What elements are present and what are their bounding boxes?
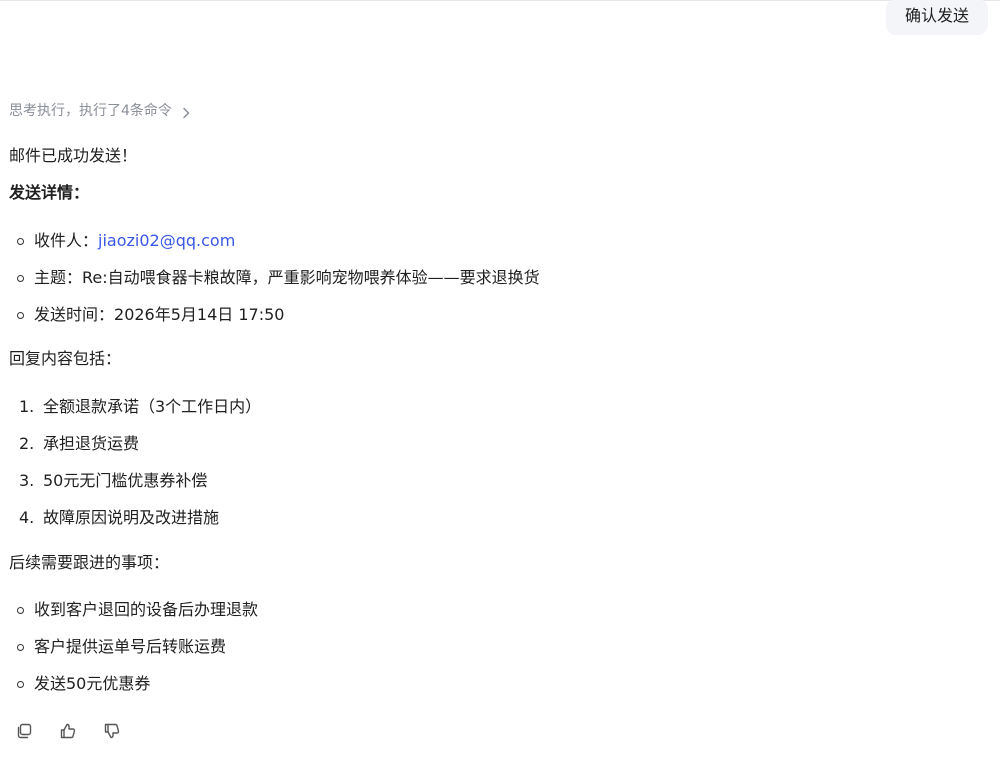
subject-value: Re:自动喂食器卡粮故障，严重影响宠物喂养体验——要求退换货 (82, 268, 540, 287)
recipient-label: 收件人： (34, 231, 99, 250)
bullet-icon (17, 238, 24, 245)
user-message-bubble: 确认发送 (885, 0, 988, 35)
bullet-icon (17, 681, 24, 688)
list-item-text: 客户提供运单号后转账运费 (34, 637, 227, 656)
chevron-right-icon (180, 105, 192, 119)
list-number: 2. (19, 434, 35, 453)
bullet-icon (17, 275, 24, 282)
list-item-text: 收到客户退回的设备后办理退款 (34, 600, 259, 619)
list-number: 4. (19, 508, 35, 527)
bullet-icon (17, 644, 24, 651)
copy-icon[interactable] (14, 721, 34, 741)
list-item-text: 50元无门槛优惠券补偿 (43, 471, 208, 490)
list-item-text: 承担退货运费 (43, 434, 140, 453)
thinking-summary-text: 思考执行，执行了4条命令 (9, 103, 172, 119)
bullet-icon (17, 607, 24, 614)
thumbs-up-icon[interactable] (58, 721, 78, 741)
user-message-text: 确认发送 (904, 6, 969, 25)
list-number: 3. (19, 471, 35, 490)
chat-page: 确认发送 思考执行，执行了4条命令 邮件已成功发送！ 发送详情： 收件人：jia… (0, 0, 1000, 760)
list-item-text: 全额退款承诺（3个工作日内） (43, 397, 262, 416)
thinking-summary-toggle[interactable]: 思考执行，执行了4条命令 (9, 101, 192, 121)
list-item-text: 发送50元优惠券 (34, 674, 151, 693)
followup-title: 后续需要跟进的事项： (9, 553, 170, 572)
message-actions (14, 721, 146, 741)
list-item-text: 故障原因说明及改进措施 (43, 508, 220, 527)
reply-content-title: 回复内容包括： (9, 349, 122, 368)
send-time-value: 2026年5月14日 17:50 (114, 305, 285, 324)
success-text: 邮件已成功发送！ (9, 146, 138, 165)
details-title: 发送详情： (9, 183, 90, 202)
recipient-email-link[interactable]: jiaozi02@qq.com (98, 231, 235, 250)
thumbs-down-icon[interactable] (102, 721, 122, 741)
subject-label: 主题： (34, 268, 83, 287)
send-time-label: 发送时间： (34, 305, 115, 324)
list-number: 1. (19, 397, 35, 416)
bullet-icon (17, 312, 24, 319)
